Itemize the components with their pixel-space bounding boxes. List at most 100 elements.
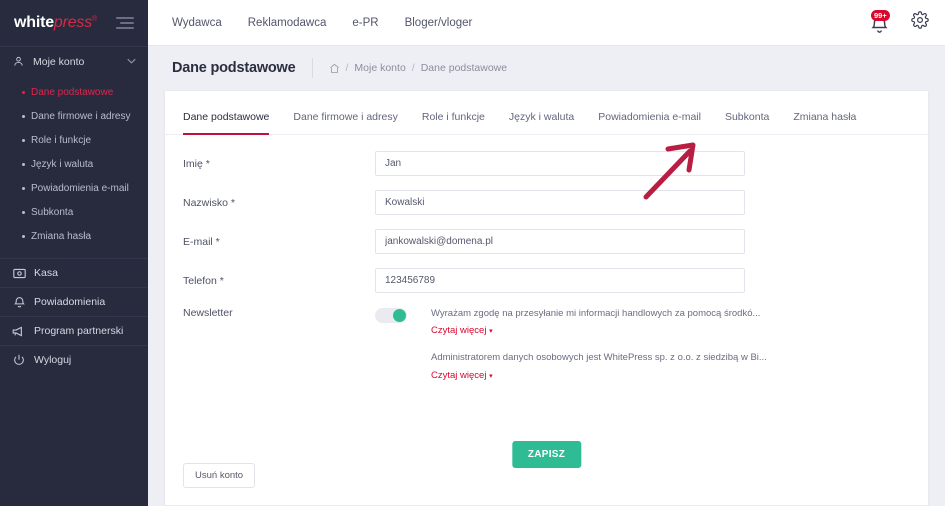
sidebar-item-dane-podstawowe[interactable]: Dane podstawowe	[0, 80, 148, 104]
input-email[interactable]	[375, 229, 745, 254]
top-nav-epr[interactable]: e-PR	[352, 17, 378, 29]
bullet-icon	[22, 186, 25, 190]
notification-count-badge: 99+	[871, 9, 890, 21]
read-more-label: Czytaj więcej	[431, 369, 487, 381]
main-area: Wydawca Reklamodawca e-PR Bloger/vloger …	[148, 0, 945, 506]
sidebar-subitem-label: Dane firmowe i adresy	[31, 110, 131, 122]
caret-down-icon: ▾	[489, 328, 493, 336]
sidebar-item-powiadomienia[interactable]: Powiadomienia	[0, 287, 148, 316]
tab-subkonta[interactable]: Subkonta	[713, 111, 781, 134]
sidebar-subitem-label: Role i funkcje	[31, 134, 92, 146]
bullet-icon	[22, 234, 25, 238]
breadcrumb-item-dane-podstawowe[interactable]: Dane podstawowe	[421, 62, 507, 74]
label-imie: Imię *	[183, 157, 210, 170]
consent-text-marketing: Wyrażam zgodę na przesyłanie mi informac…	[431, 308, 761, 319]
wallet-icon	[12, 268, 26, 279]
top-nav-links: Wydawca Reklamodawca e-PR Bloger/vloger	[172, 17, 472, 29]
notifications-button[interactable]: 99+	[869, 9, 890, 34]
breadcrumb-item-moje-konto[interactable]: Moje konto	[354, 62, 405, 74]
label-telefon: Telefon *	[183, 274, 224, 287]
bullet-icon	[22, 162, 25, 166]
consent-text-rodo: Administratorem danych osobowych jest Wh…	[431, 352, 767, 364]
content-card: Dane podstawowe Dane firmowe i adresy Ro…	[164, 90, 929, 506]
megaphone-icon	[12, 326, 26, 337]
power-icon	[12, 354, 26, 366]
sidebar-bottom-label: Kasa	[34, 267, 58, 279]
form-row-email: E-mail *	[183, 229, 910, 254]
sidebar-item-label: Moje konto	[33, 55, 85, 68]
sidebar-item-subkonta[interactable]: Subkonta	[0, 200, 148, 224]
hamburger-menu-icon[interactable]	[116, 17, 134, 29]
sidebar-subitem-label: Język i waluta	[31, 158, 94, 170]
logo-white-part: white	[14, 14, 54, 31]
sidebar-subitem-label: Zmiana hasła	[31, 230, 92, 242]
top-nav-wydawca[interactable]: Wydawca	[172, 17, 222, 29]
gear-icon	[911, 11, 929, 34]
chevron-down-icon	[127, 57, 136, 66]
user-icon	[12, 56, 25, 67]
sidebar-item-role-i-funkcje[interactable]: Role i funkcje	[0, 128, 148, 152]
form-row-newsletter: Newsletter Wyrażam zgodę na przesyłanie …	[183, 307, 910, 383]
sidebar-subitem-label: Dane podstawowe	[31, 86, 114, 98]
sidebar-item-moje-konto[interactable]: Moje konto	[0, 46, 148, 76]
caret-down-icon: ▾	[489, 372, 493, 380]
sidebar-bottom-nav: Kasa Powiadomienia Program partnerski Wy…	[0, 258, 148, 374]
breadcrumb: / Moje konto / Dane podstawowe	[329, 62, 507, 74]
label-email: E-mail *	[183, 235, 220, 248]
top-nav-bloger-vloger[interactable]: Bloger/vloger	[405, 17, 473, 29]
profile-form: Imię * Nazwisko * E-mail * Telefon * New…	[165, 135, 928, 431]
sidebar-item-program-partnerski[interactable]: Program partnerski	[0, 316, 148, 345]
input-imie[interactable]	[375, 151, 745, 176]
read-more-label: Czytaj więcej	[431, 325, 487, 337]
top-navigation-bar: Wydawca Reklamodawca e-PR Bloger/vloger …	[148, 0, 945, 46]
sidebar-item-wyloguj[interactable]: Wyloguj	[0, 345, 148, 374]
sidebar-item-powiadomienia-email[interactable]: Powiadomienia e-mail	[0, 176, 148, 200]
toggle-knob	[393, 309, 406, 322]
form-row-telefon: Telefon *	[183, 268, 910, 293]
settings-button[interactable]	[911, 11, 929, 34]
sidebar: whitepress® Moje konto Dane podstawowe D…	[0, 0, 148, 506]
consent-texts: Wyrażam zgodę na przesyłanie mi informac…	[431, 307, 910, 383]
sidebar-item-dane-firmowe[interactable]: Dane firmowe i adresy	[0, 104, 148, 128]
page-title: Dane podstawowe	[172, 60, 296, 76]
tab-jezyk-i-waluta[interactable]: Język i waluta	[497, 111, 586, 134]
sidebar-item-jezyk-i-waluta[interactable]: Język i waluta	[0, 152, 148, 176]
read-more-marketing[interactable]: Czytaj więcej ▾	[431, 325, 493, 336]
label-newsletter: Newsletter	[183, 307, 233, 319]
header-divider	[311, 58, 313, 78]
sidebar-item-zmiana-hasla[interactable]: Zmiana hasła	[0, 224, 148, 248]
top-bar-actions: 99+	[869, 9, 929, 34]
app-root: whitepress® Moje konto Dane podstawowe D…	[0, 0, 945, 506]
top-nav-reklamodawca[interactable]: Reklamodawca	[248, 17, 327, 29]
read-more-rodo[interactable]: Czytaj więcej ▾	[431, 370, 493, 381]
tab-role-i-funkcje[interactable]: Role i funkcje	[410, 111, 497, 134]
tab-dane-podstawowe[interactable]: Dane podstawowe	[183, 111, 281, 135]
tab-powiadomienia-email[interactable]: Powiadomienia e-mail	[586, 111, 713, 134]
save-button[interactable]: ZAPISZ	[511, 441, 582, 468]
bell-icon	[12, 296, 26, 308]
newsletter-toggle[interactable]	[375, 308, 407, 323]
whitepress-logo[interactable]: whitepress®	[14, 14, 97, 32]
form-row-imie: Imię *	[183, 151, 910, 176]
sidebar-subnav: Dane podstawowe Dane firmowe i adresy Ro…	[0, 76, 148, 254]
delete-account-button[interactable]: Usuń konto	[183, 463, 256, 488]
home-icon[interactable]	[329, 63, 340, 74]
breadcrumb-separator: /	[345, 62, 349, 74]
bullet-icon	[22, 210, 25, 214]
form-row-nazwisko: Nazwisko *	[183, 190, 910, 215]
tab-bar: Dane podstawowe Dane firmowe i adresy Ro…	[165, 91, 928, 135]
sidebar-item-kasa[interactable]: Kasa	[0, 258, 148, 287]
sidebar-bottom-label: Wyloguj	[34, 354, 72, 366]
tab-zmiana-hasla[interactable]: Zmiana hasła	[781, 111, 868, 134]
sidebar-bottom-label: Program partnerski	[34, 325, 124, 337]
tab-dane-firmowe-i-adresy[interactable]: Dane firmowe i adresy	[281, 111, 409, 134]
label-nazwisko: Nazwisko *	[183, 196, 235, 209]
consent-block-marketing: Wyrażam zgodę na przesyłanie mi informac…	[431, 307, 910, 338]
consent-block-rodo: Administratorem danych osobowych jest Wh…	[431, 351, 910, 382]
sidebar-subitem-label: Powiadomienia e-mail	[31, 182, 129, 194]
input-nazwisko[interactable]	[375, 190, 745, 215]
input-telefon[interactable]	[375, 268, 745, 293]
sidebar-subitem-label: Subkonta	[31, 206, 74, 218]
sidebar-header: whitepress®	[0, 0, 148, 46]
bullet-icon	[22, 138, 25, 142]
